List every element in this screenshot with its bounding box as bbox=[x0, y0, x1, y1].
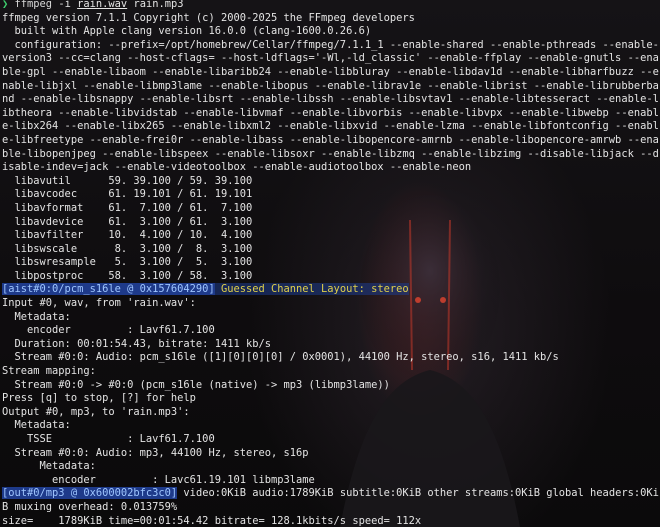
info-line: Metadata: bbox=[2, 460, 96, 473]
lib-line: libpostproc 58. 3.100 / 58. 3.100 bbox=[2, 269, 253, 282]
info-line: Stream #0:0: Audio: pcm_s16le ([1][0][0]… bbox=[2, 351, 559, 364]
info-line: encoder : Lavf61.7.100 bbox=[2, 324, 215, 337]
version-line: ffmpeg version 7.1.1 Copyright (c) 2000-… bbox=[2, 11, 415, 24]
final-line: size= 1789KiB time=00:01:54.42 bitrate= … bbox=[2, 514, 422, 527]
info-line: Metadata: bbox=[2, 419, 71, 432]
info-line: encoder : Lavc61.19.101 libmp3lame bbox=[2, 473, 315, 486]
command-line: ❯ ffmpeg -i rain.wav rain.mp3 bbox=[2, 0, 660, 12]
built-line: built with Apple clang version 16.0.0 (c… bbox=[2, 25, 372, 38]
command-output-file: rain.mp3 bbox=[133, 0, 184, 10]
guess-line: [aist#0:0/pcm_s16le @ 0x157604290] Guess… bbox=[2, 283, 660, 297]
info-line: Press [q] to stop, [?] for help bbox=[2, 392, 196, 405]
prompt-arrow-icon: ❯ bbox=[2, 0, 9, 10]
info-line: TSSE : Lavf61.7.100 bbox=[2, 433, 215, 445]
lib-line: libavutil 59. 39.100 / 59. 39.100 bbox=[2, 174, 253, 187]
command-flag: -i bbox=[58, 0, 71, 10]
info-line: Stream #0:0: Audio: mp3, 44100 Hz, stere… bbox=[2, 446, 309, 459]
info-line: Duration: 00:01:54.43, bitrate: 1411 kb/… bbox=[2, 337, 272, 350]
info-line: Metadata: bbox=[2, 310, 71, 323]
configuration-line: configuration: --prefix=/opt/homebrew/Ce… bbox=[2, 38, 659, 174]
lib-line: libavformat 61. 7.100 / 61. 7.100 bbox=[2, 201, 253, 214]
lib-line: libavdevice 61. 3.100 / 61. 3.100 bbox=[2, 215, 253, 228]
lib-line: libswresample 5. 3.100 / 5. 3.100 bbox=[2, 256, 253, 269]
terminal-window[interactable]: ❯ ffmpeg -i rain.wav rain.mp3 ffmpeg ver… bbox=[0, 0, 660, 527]
info-line: Output #0, mp3, to 'rain.mp3': bbox=[2, 405, 190, 418]
log-tag: [out#0/mp3 @ 0x600002bfc3c0] bbox=[2, 487, 178, 500]
info-line: Stream #0:0 -> #0:0 (pcm_s16le (native) … bbox=[2, 378, 390, 391]
terminal-output: ❯ ffmpeg -i rain.wav rain.mp3 ffmpeg ver… bbox=[2, 0, 660, 527]
guess-text: Guessed Channel Layout: stereo bbox=[214, 283, 409, 296]
lib-line: libavcodec 61. 19.101 / 61. 19.101 bbox=[2, 188, 253, 201]
lib-line: libavfilter 10. 4.100 / 10. 4.100 bbox=[2, 229, 253, 242]
command-input-file[interactable]: rain.wav bbox=[77, 0, 127, 10]
log-tag: [aist#0:0/pcm_s16le @ 0x157604290] bbox=[2, 283, 215, 296]
info-line: Stream mapping: bbox=[2, 365, 96, 378]
out-line: [out#0/mp3 @ 0x600002bfc3c0] video:0KiB … bbox=[2, 487, 660, 514]
info-line: Input #0, wav, from 'rain.wav': bbox=[2, 297, 196, 310]
lib-line: libswscale 8. 3.100 / 8. 3.100 bbox=[2, 242, 253, 255]
command-bin: ffmpeg bbox=[14, 0, 53, 10]
